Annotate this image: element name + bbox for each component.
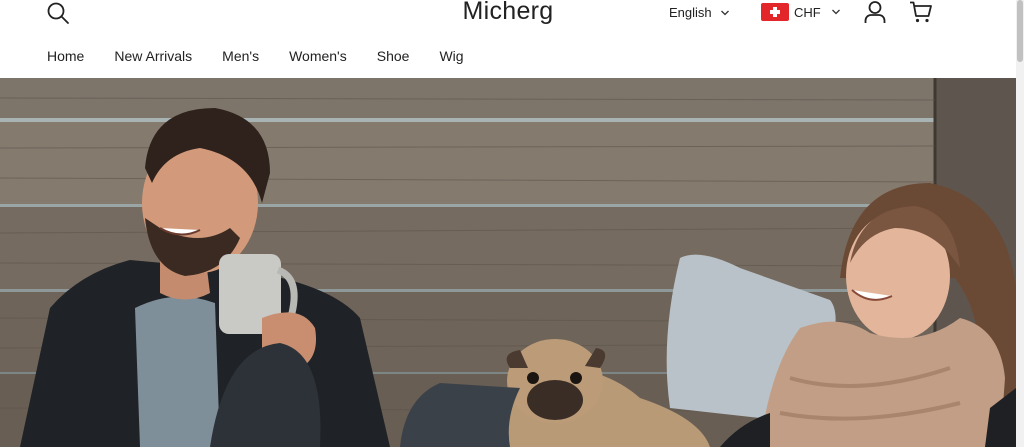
hero-banner[interactable] [0, 78, 1016, 447]
chevron-down-icon [831, 9, 840, 15]
scrollbar-thumb[interactable] [1017, 0, 1023, 62]
nav-item-shoe[interactable]: Shoe [377, 48, 410, 64]
user-icon [864, 1, 886, 23]
account-button[interactable] [863, 0, 887, 24]
currency-label: CHF [794, 4, 821, 20]
nav-item-new-arrivals[interactable]: New Arrivals [114, 48, 192, 64]
currency-selector[interactable]: CHF [761, 3, 841, 21]
nav-item-womens[interactable]: Women's [289, 48, 347, 64]
hero-image [0, 78, 1016, 447]
main-nav: Home New Arrivals Men's Women's Shoe Wig [47, 48, 494, 64]
chevron-down-icon [720, 10, 729, 15]
nav-item-home[interactable]: Home [47, 48, 84, 64]
cart-button[interactable] [909, 0, 933, 24]
nav-item-wig[interactable]: Wig [439, 48, 463, 64]
nav-item-mens[interactable]: Men's [222, 48, 259, 64]
search-icon [47, 2, 69, 24]
language-label: English [669, 5, 712, 20]
cart-icon [910, 1, 932, 23]
site-header: Micherg English CHF Home New Arrivals Me… [0, 0, 1016, 78]
page-scrollbar[interactable] [1016, 0, 1024, 447]
language-selector[interactable]: English [669, 5, 730, 20]
site-logo[interactable]: Micherg [462, 0, 553, 25]
swiss-flag-icon [761, 3, 789, 21]
search-button[interactable] [44, 0, 72, 28]
